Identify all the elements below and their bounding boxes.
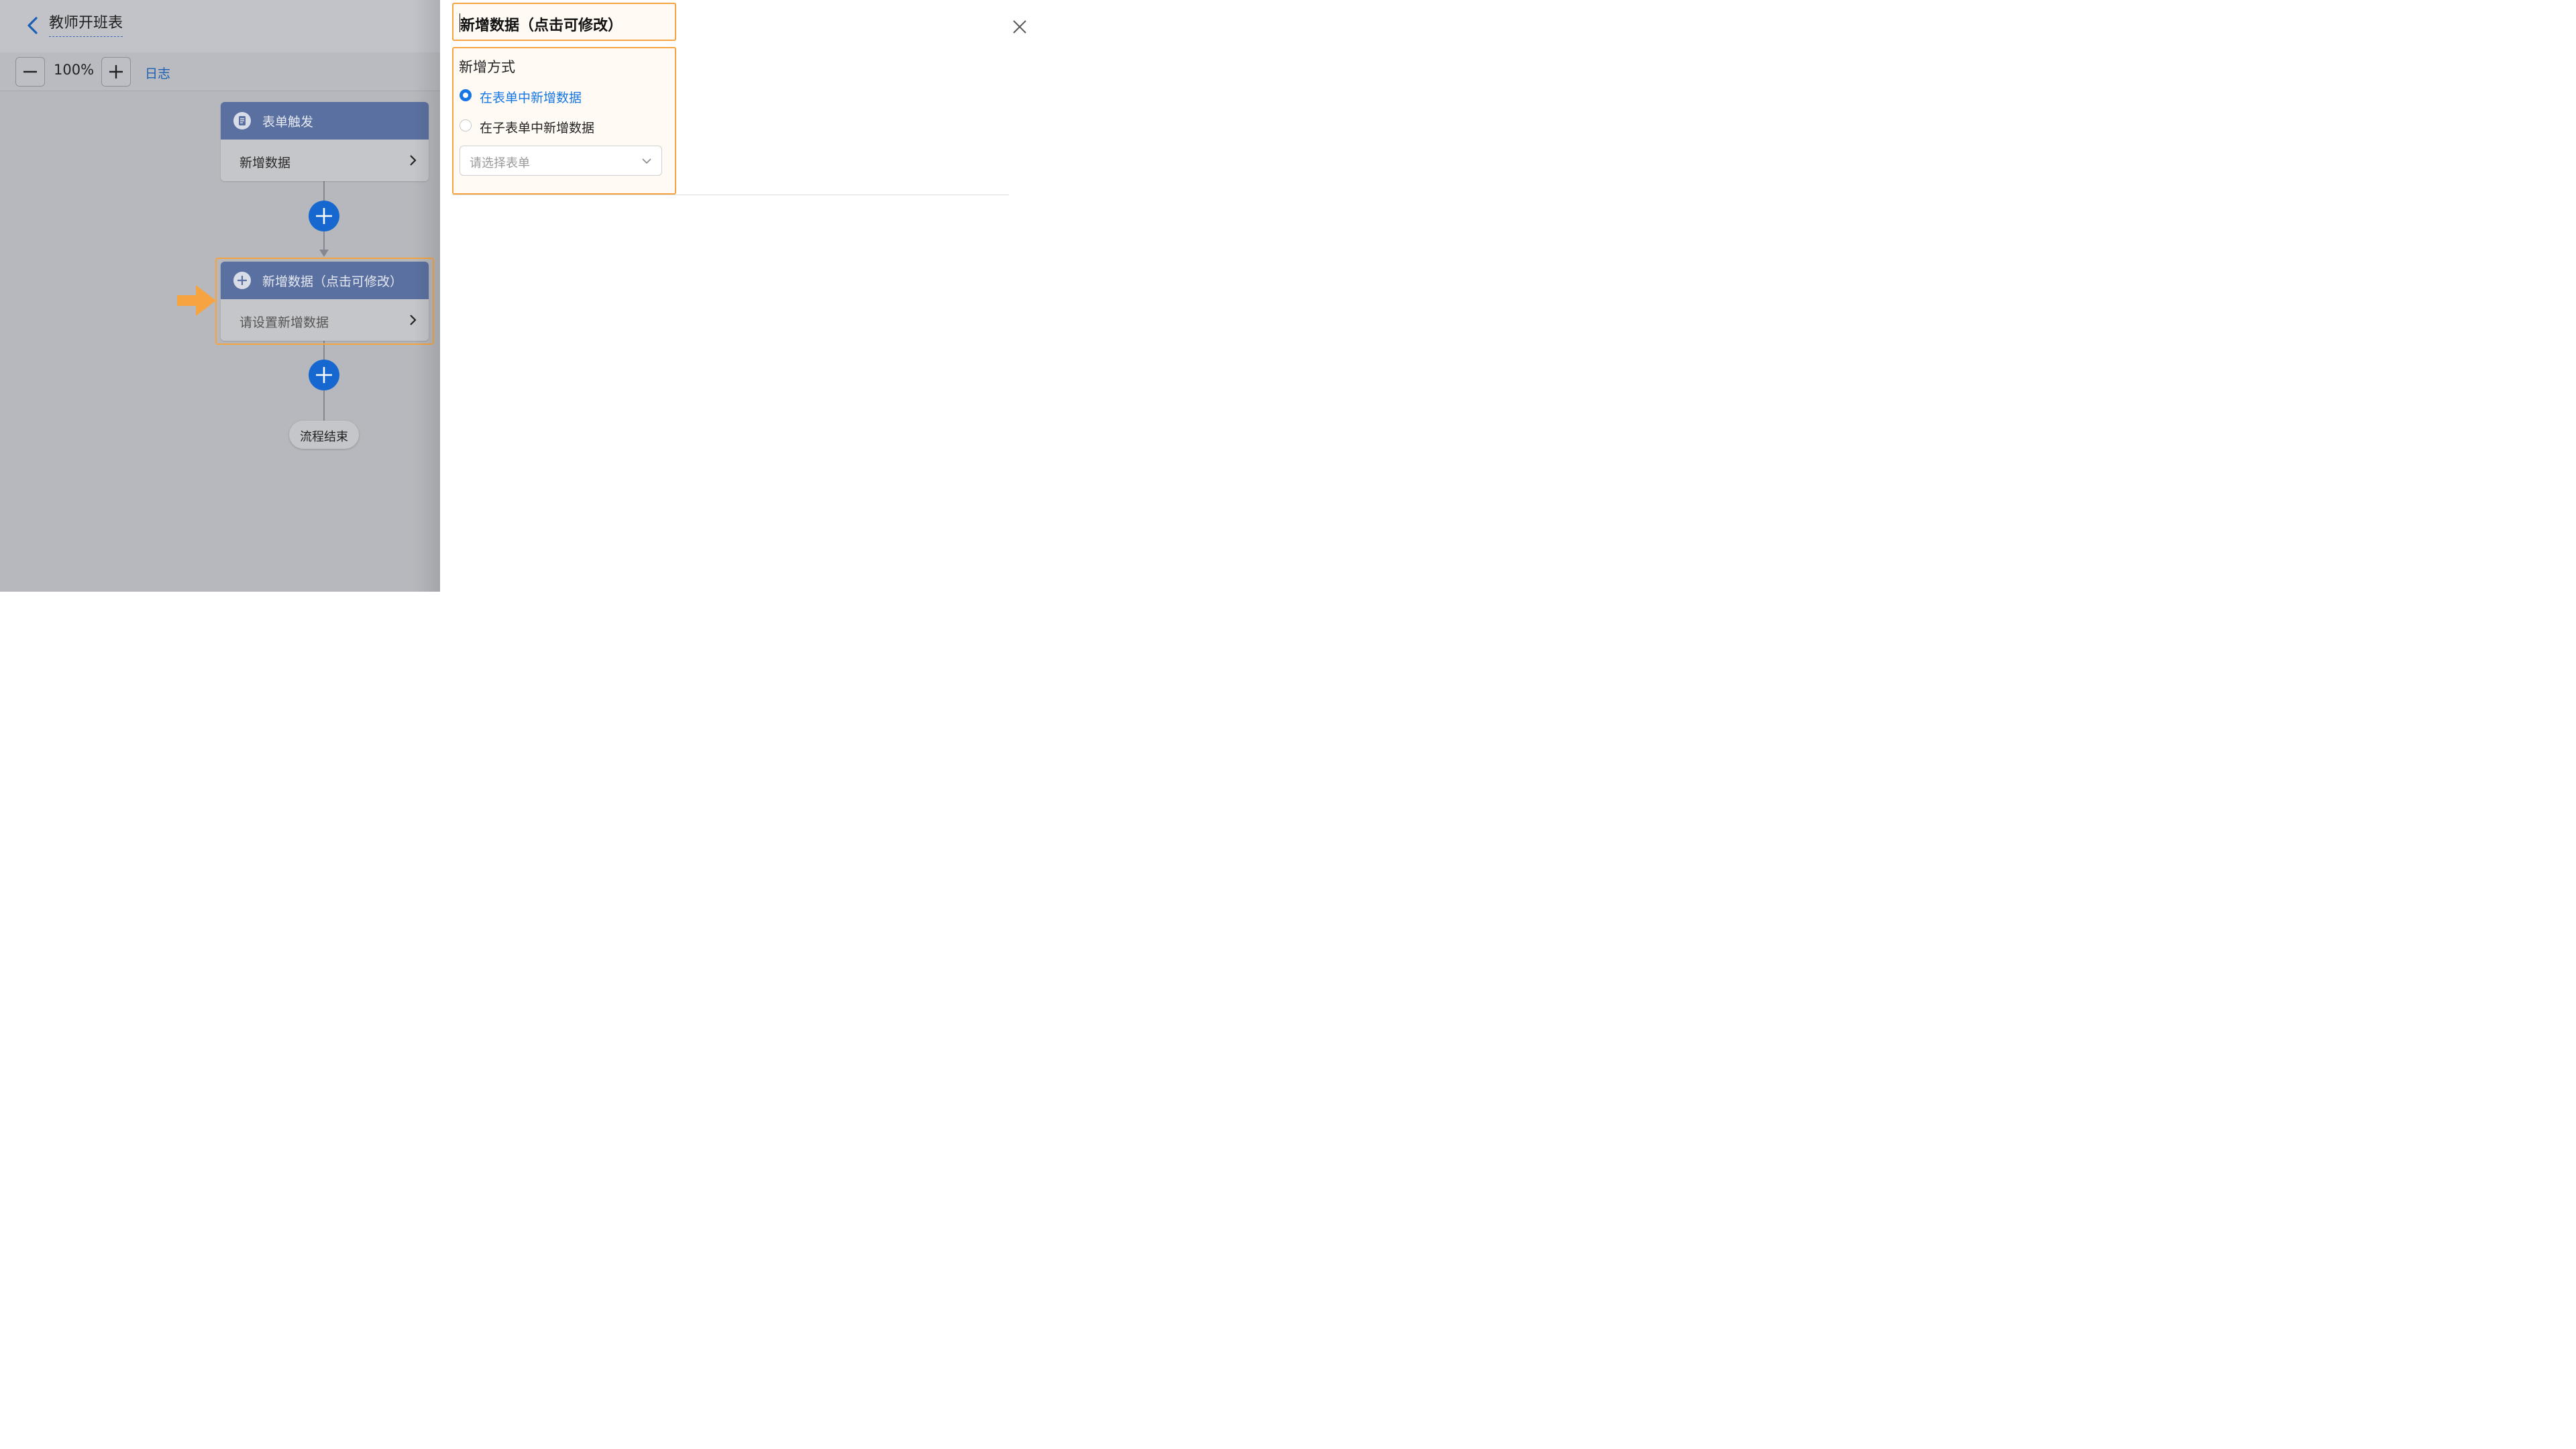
trigger-node[interactable]: 表单触发 新增数据 xyxy=(221,102,429,181)
option-add-in-subform[interactable]: 在子表单中新增数据 xyxy=(480,118,594,136)
add-method-label: 新增方式 xyxy=(459,59,515,75)
trigger-node-header: 表单触发 xyxy=(221,102,429,140)
arrow-down-icon xyxy=(319,250,329,257)
option-add-in-form[interactable]: 在表单中新增数据 xyxy=(480,88,582,106)
zoom-out-button[interactable] xyxy=(15,57,45,87)
page-title[interactable]: 教师开班表 xyxy=(49,15,123,37)
panel-shadow xyxy=(413,0,440,592)
chevron-left-icon[interactable] xyxy=(23,15,44,36)
chevron-down-icon xyxy=(642,158,651,164)
plus-icon xyxy=(316,367,332,383)
form-icon xyxy=(233,112,251,129)
node-name-input[interactable]: 新增数据（点击可修改） xyxy=(452,3,676,41)
workflow-canvas: 教师开班表 100% 日志 表单触发 新增数据 新增数据（点击可修改） 请设置新… xyxy=(0,0,440,592)
form-select-placeholder: 请选择表单 xyxy=(470,156,530,170)
close-icon[interactable] xyxy=(1010,17,1029,36)
add-node-button[interactable] xyxy=(309,360,339,390)
zoom-level: 100% xyxy=(54,62,95,78)
trigger-node-label: 新增数据 xyxy=(239,156,291,170)
add-node-button[interactable] xyxy=(309,201,339,231)
minus-icon xyxy=(23,70,37,73)
plus-icon xyxy=(316,208,332,224)
connector-line xyxy=(323,181,325,203)
connector-line xyxy=(323,231,325,251)
radio-add-in-subform[interactable] xyxy=(460,119,472,131)
flow-end-label: 流程结束 xyxy=(300,430,348,444)
zoom-in-button[interactable] xyxy=(101,57,131,87)
highlight-frame xyxy=(215,258,434,345)
form-select[interactable]: 请选择表单 xyxy=(460,146,662,176)
radio-add-in-form[interactable] xyxy=(460,89,472,101)
plus-icon xyxy=(109,65,123,78)
node-name-value: 新增数据（点击可修改） xyxy=(460,17,623,34)
flow-end-node: 流程结束 xyxy=(289,421,359,449)
connector-line xyxy=(323,389,325,421)
trigger-node-title: 表单触发 xyxy=(262,115,314,129)
trigger-node-body[interactable]: 新增数据 xyxy=(221,140,429,181)
arrow-right-icon xyxy=(177,285,216,316)
log-link[interactable]: 日志 xyxy=(145,64,170,82)
